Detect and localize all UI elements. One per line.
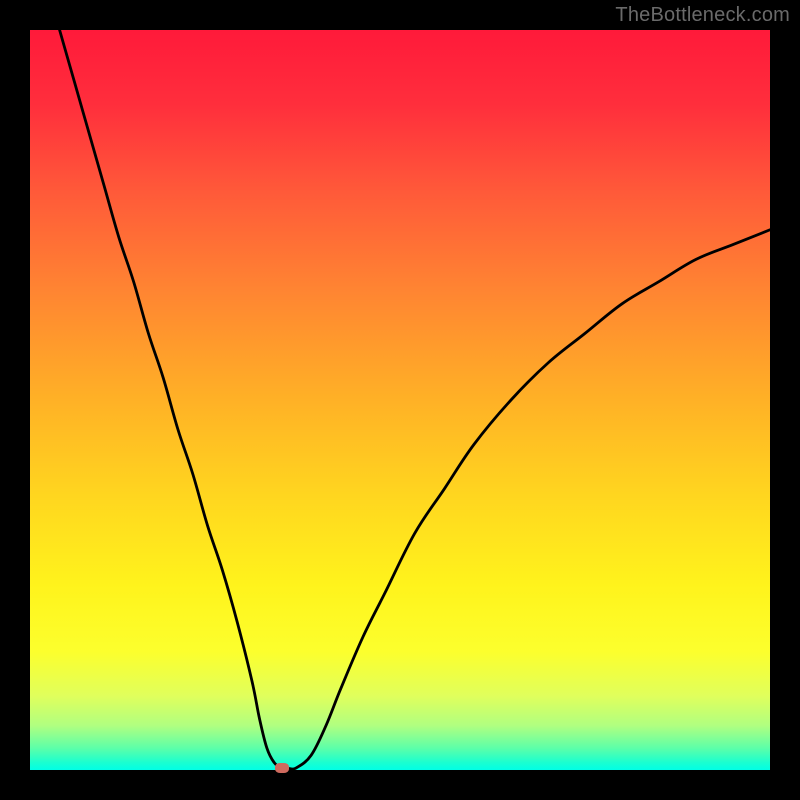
chart-frame: TheBottleneck.com <box>0 0 800 800</box>
curve-svg <box>30 30 770 770</box>
optimal-point-marker <box>275 763 289 773</box>
watermark-text: TheBottleneck.com <box>615 4 790 27</box>
plot-area <box>30 30 770 770</box>
bottleneck-curve <box>60 30 770 769</box>
